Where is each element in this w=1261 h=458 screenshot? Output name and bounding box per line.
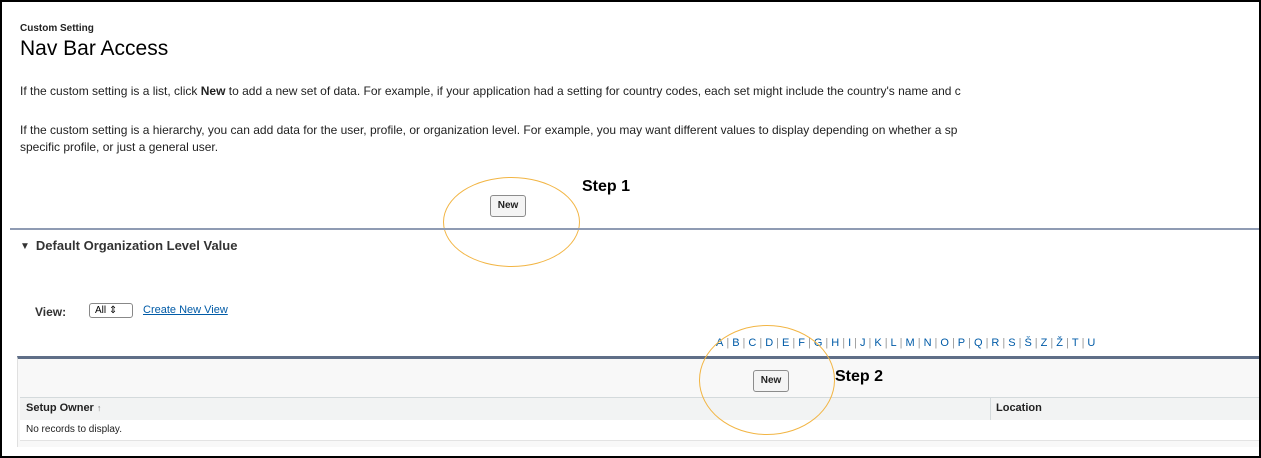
alphabet-separator: | xyxy=(1002,337,1006,349)
section-header[interactable]: ▼ Default Organization Level Value xyxy=(20,238,237,253)
new-button-list[interactable]: New xyxy=(753,370,789,392)
alphabet-separator: | xyxy=(968,337,971,349)
alphabet-separator: | xyxy=(1034,337,1038,349)
alphabet-filter: A | B | C | D | E | F | G | H | I | J | K | L | M | N | O | P | Q | R | S | Š |… xyxy=(716,337,1095,349)
alphabet-separator: | xyxy=(776,337,780,349)
alphabet-letter-link[interactable]: M xyxy=(906,337,915,349)
window-frame: Custom Setting Nav Bar Access If the cus… xyxy=(0,0,1261,458)
view-label: View: xyxy=(35,305,67,319)
new-button-top[interactable]: New xyxy=(490,195,526,217)
alphabet-separator: | xyxy=(951,337,955,349)
highlight-circle-step-1 xyxy=(443,177,580,267)
alphabet-separator: | xyxy=(1065,337,1069,349)
alphabet-letter-link[interactable]: L xyxy=(891,337,897,349)
alphabet-letter-link[interactable]: S xyxy=(1008,337,1015,349)
alphabet-separator: | xyxy=(726,337,730,349)
alphabet-letter-link[interactable]: D xyxy=(765,337,773,349)
column-header-location[interactable]: Location xyxy=(996,402,1042,414)
alphabet-separator: | xyxy=(884,337,888,349)
alphabet-separator: | xyxy=(1050,337,1054,349)
alphabet-letter-link[interactable]: T xyxy=(1072,337,1079,349)
alphabet-letter-link[interactable]: O xyxy=(940,337,949,349)
step-2-annotation: Step 2 xyxy=(835,368,884,385)
alphabet-separator: | xyxy=(917,337,921,349)
column-label: Setup Owner xyxy=(26,402,94,414)
intro-text: to add a new set of data. For example, i… xyxy=(225,84,961,98)
alphabet-separator: | xyxy=(868,337,872,349)
alphabet-letter-link[interactable]: N xyxy=(924,337,932,349)
table-header: Setup Owner ↑ Location xyxy=(20,397,1259,421)
column-header-setup-owner[interactable]: Setup Owner ↑ xyxy=(26,402,101,414)
alphabet-separator: | xyxy=(899,337,903,349)
section-title: Default Organization Level Value xyxy=(35,238,238,253)
select-arrows-icon: ⇕ xyxy=(108,305,118,316)
view-select[interactable]: All ⇕ xyxy=(89,303,133,318)
alphabet-separator: | xyxy=(759,337,763,349)
page-title: Nav Bar Access xyxy=(20,37,169,60)
alphabet-letter-link[interactable]: H xyxy=(831,337,839,349)
intro-paragraph-hierarchy-cont: specific profile, or just a general user… xyxy=(20,140,219,154)
alphabet-separator: | xyxy=(842,337,846,349)
sort-ascending-icon: ↑ xyxy=(96,403,102,413)
empty-message: No records to display. xyxy=(26,424,122,435)
alphabet-letter-link[interactable]: K xyxy=(874,337,881,349)
step-1-annotation: Step 1 xyxy=(582,178,631,195)
page-eyebrow: Custom Setting xyxy=(20,23,94,34)
section-divider xyxy=(10,228,1259,230)
alphabet-letter-link[interactable]: Ž xyxy=(1056,337,1063,349)
alphabet-letter-link[interactable]: B xyxy=(732,337,739,349)
alphabet-letter-link[interactable]: Š xyxy=(1024,337,1031,349)
table-row: No records to display. xyxy=(20,420,1259,441)
page-content: Custom Setting Nav Bar Access If the cus… xyxy=(10,2,1259,456)
alphabet-separator: | xyxy=(792,337,796,349)
intro-new-keyword: New xyxy=(200,84,226,98)
view-select-value: All xyxy=(95,305,107,316)
alphabet-letter-link[interactable]: F xyxy=(798,337,805,349)
intro-paragraph-hierarchy: If the custom setting is a hierarchy, yo… xyxy=(20,123,958,137)
intro-paragraph-list: If the custom setting is a list, click N… xyxy=(20,83,961,99)
alphabet-letter-link[interactable]: U xyxy=(1087,337,1095,349)
intro-text: If the custom setting is a list, click xyxy=(20,84,201,98)
alphabet-separator: | xyxy=(807,337,811,349)
create-new-view-link[interactable]: Create New View xyxy=(143,304,228,316)
alphabet-separator: | xyxy=(854,337,857,349)
alphabet-separator: | xyxy=(825,337,829,349)
alphabet-letter-link[interactable]: Q xyxy=(974,337,983,349)
triangle-down-icon: ▼ xyxy=(20,241,30,252)
column-separator xyxy=(990,398,991,420)
